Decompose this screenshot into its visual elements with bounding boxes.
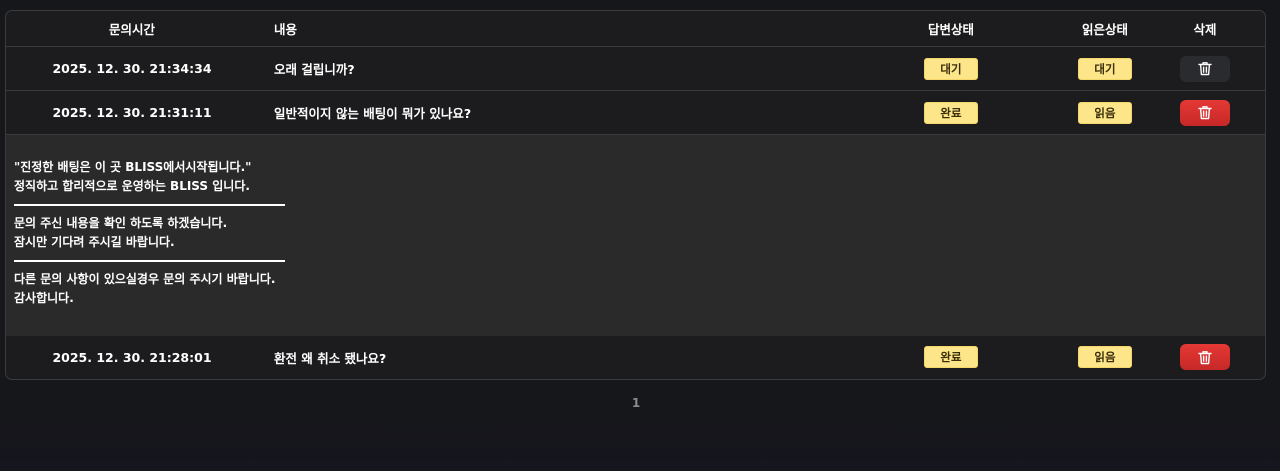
pagination: 1 [0, 396, 1272, 410]
answer-line: 문의 주신 내용을 확인 하도록 하겠습니다. [14, 216, 228, 230]
header-answer-status: 답변상태 [927, 22, 974, 37]
page-number[interactable]: 1 [632, 396, 640, 410]
answer-line: 잠시만 기다려 주시길 바랍니다. [14, 235, 175, 249]
delete-button[interactable] [1180, 55, 1230, 82]
row-time: 2025. 12. 30. 21:28:01 [52, 349, 212, 365]
row-time: 2025. 12. 30. 21:34:34 [52, 61, 212, 76]
trash-icon [1198, 62, 1212, 76]
row-time: 2025. 12. 30. 21:31:11 [52, 105, 212, 120]
answer-line: 다른 문의 사항이 있으실경우 문의 주시기 바랍니다. [14, 272, 276, 286]
header-content: 내용 [274, 22, 298, 37]
answer-status-badge: 완료 [924, 101, 978, 124]
delete-button[interactable] [1180, 344, 1230, 370]
answer-line: 감사합니다. [14, 291, 74, 305]
answer-line: "진정한 배팅은 이 곳 BLISS에서시작됩니다." [14, 160, 252, 174]
inquiry-table: 문의시간 내용 답변상태 읽은상태 삭제 2025. 12. 30. 21:34… [5, 10, 1266, 380]
row-content[interactable]: 환전 왜 취소 됐나요? [274, 336, 386, 378]
row-content[interactable]: 오래 걸립니까? [274, 47, 355, 90]
read-status-badge: 대기 [1078, 57, 1132, 80]
table-row[interactable]: 2025. 12. 30. 21:31:11 일반적이지 않는 배팅이 뭐가 있… [6, 91, 1265, 135]
answer-status-badge: 대기 [924, 57, 978, 80]
table-header: 문의시간 내용 답변상태 읽은상태 삭제 [6, 11, 1265, 47]
header-time: 문의시간 [108, 22, 155, 37]
delete-button[interactable] [1180, 99, 1230, 126]
read-status-badge: 읽음 [1078, 101, 1132, 124]
table-row[interactable]: 2025. 12. 30. 21:34:34 오래 걸립니까? 대기 대기 [6, 47, 1265, 91]
row-content[interactable]: 일반적이지 않는 배팅이 뭐가 있나요? [274, 91, 471, 134]
table-row[interactable]: 2025. 12. 30. 21:28:01 환전 왜 취소 됐나요? 완료 읽… [6, 336, 1265, 378]
divider [14, 204, 285, 206]
trash-icon [1198, 350, 1212, 364]
answer-detail: "진정한 배팅은 이 곳 BLISS에서시작됩니다." 정직하고 합리적으로 운… [6, 135, 1265, 336]
divider [14, 260, 285, 262]
answer-line: 정직하고 합리적으로 운영하는 BLISS 입니다. [14, 179, 250, 193]
read-status-badge: 읽음 [1078, 346, 1132, 368]
trash-icon [1198, 106, 1212, 120]
header-delete: 삭제 [1193, 22, 1217, 37]
answer-status-badge: 완료 [924, 346, 978, 368]
